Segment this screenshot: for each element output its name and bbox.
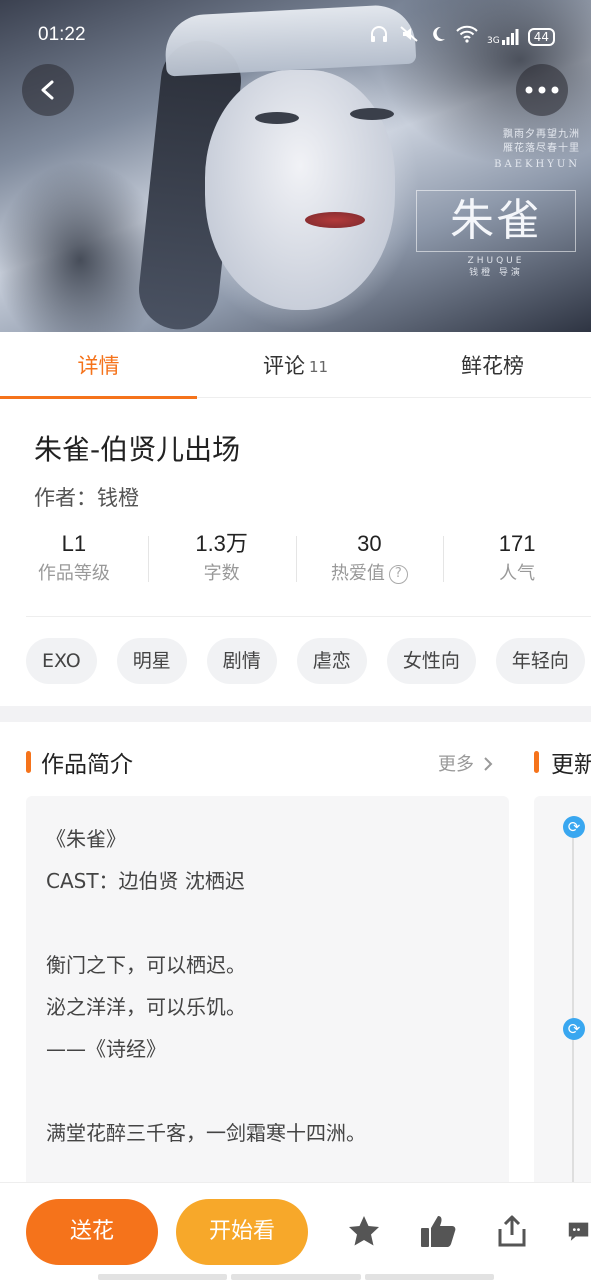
section-title: 更新 xyxy=(551,752,591,778)
chevron-right-icon xyxy=(484,757,493,771)
mute-icon xyxy=(398,24,420,49)
bottom-action-bar: 送花 开始看 xyxy=(0,1182,591,1280)
sync-icon: ⟳ xyxy=(563,816,585,838)
tab-label: 详情 xyxy=(77,354,120,378)
intro-line xyxy=(46,1070,489,1112)
intro-line: 泌之洋洋，可以乐饥。 xyxy=(46,995,246,1019)
intro-line xyxy=(46,902,489,944)
stat-label: 字数 xyxy=(203,563,240,584)
help-icon[interactable]: ? xyxy=(388,564,408,584)
update-timeline[interactable]: ⟳ ⟳ xyxy=(534,796,591,1182)
stat-label: 作品等级 xyxy=(37,563,110,584)
stats-row: L1 作品等级 1.3万 字数 30 热爱值? 171 人气 xyxy=(0,530,591,590)
intro-section-header: 作品简介 xyxy=(26,746,133,778)
tag-item[interactable]: 剧情 xyxy=(206,638,277,684)
moon-icon xyxy=(429,25,447,48)
tab-flower-ranking[interactable]: 鲜花榜 xyxy=(394,332,591,398)
intro-line: CAST：边伯贤 沈栖迟 xyxy=(46,869,245,893)
intro-panel: 作品简介 更多 更新 《朱雀》 CAST：边伯贤 沈栖迟 衡门之下，可以栖迟。 … xyxy=(0,722,591,1182)
update-section-header: 更新 xyxy=(534,746,591,778)
thumbs-up-icon[interactable] xyxy=(418,1211,458,1251)
intro-line: ——《诗经》 xyxy=(46,1037,166,1061)
stat-value: 1.3万 xyxy=(195,531,248,556)
intro-line: 《朱雀》 xyxy=(46,827,126,851)
status-icons: 3G 44 xyxy=(369,24,555,49)
tab-details[interactable]: 详情 xyxy=(0,332,197,399)
star-icon[interactable] xyxy=(344,1211,384,1251)
comment-icon[interactable] xyxy=(566,1211,591,1251)
intro-line: 衡门之下，可以栖迟。 xyxy=(46,953,246,977)
poster-verse: 飘雨夕再望九洲 雁花落尽春十里 BAEKHYUN xyxy=(494,129,580,170)
stat-value: L1 xyxy=(61,531,87,556)
wifi-icon xyxy=(456,25,478,48)
book-title: 朱雀-伯贤儿出场 xyxy=(34,433,241,466)
poster-title: 朱雀 xyxy=(416,190,576,252)
author[interactable]: 作者：钱橙 xyxy=(34,482,139,512)
stat-word-count: 1.3万 字数 xyxy=(147,530,296,590)
stat-value: 30 xyxy=(357,531,382,556)
tag-item[interactable]: 年轻向 xyxy=(495,638,585,684)
divider xyxy=(26,616,591,617)
tab-bar: 详情 评论 11 鲜花榜 xyxy=(0,332,591,399)
tag-item[interactable]: 女性向 xyxy=(386,638,476,684)
tag-item[interactable]: 虐恋 xyxy=(296,638,367,684)
stat-popularity: 171 人气 xyxy=(443,530,591,590)
tab-comments[interactable]: 评论 11 xyxy=(197,332,394,398)
detail-panel: 详情 评论 11 鲜花榜 朱雀-伯贤儿出场 作者：钱橙 L1 作品等级 1.3万… xyxy=(0,332,591,706)
home-indicator xyxy=(98,1274,494,1280)
sync-icon: ⟳ xyxy=(563,1018,585,1040)
comment-count: 11 xyxy=(308,358,329,376)
stat-label: 人气 xyxy=(499,563,536,584)
back-button[interactable] xyxy=(22,64,74,116)
chevron-left-icon xyxy=(41,80,54,100)
tag-list: EXO 明星 剧情 虐恋 女性向 年轻向 xyxy=(26,638,591,684)
intro-line: 满堂花醉三千客，一剑霜寒十四洲。 xyxy=(46,1121,366,1145)
send-flower-button[interactable]: 送花 xyxy=(26,1199,158,1265)
stat-level: L1 作品等级 xyxy=(0,530,148,590)
stat-label-wrap: 热爱值? xyxy=(296,560,444,588)
stat-label: 热爱值 xyxy=(330,563,385,584)
stat-love-value[interactable]: 30 热爱值? xyxy=(295,530,444,590)
more-options-button[interactable] xyxy=(516,64,568,116)
section-title: 作品简介 xyxy=(41,752,133,778)
status-time: 01:22 xyxy=(38,24,86,45)
signal-icon: 3G xyxy=(487,28,519,46)
start-reading-button[interactable]: 开始看 xyxy=(176,1199,308,1265)
poster-subtitle: ZHUQUE 钱橙 导演 xyxy=(467,256,525,278)
tag-item[interactable]: EXO xyxy=(26,638,97,684)
status-bar: 01:22 3G 44 xyxy=(0,0,591,70)
more-link[interactable]: 更多 xyxy=(438,750,494,776)
headphones-icon xyxy=(369,24,389,49)
more-label: 更多 xyxy=(438,754,474,775)
tab-label: 评论 xyxy=(262,354,305,378)
tab-label: 鲜花榜 xyxy=(461,354,524,378)
tag-item[interactable]: 明星 xyxy=(116,638,187,684)
battery-icon: 44 xyxy=(527,27,555,46)
intro-text[interactable]: 《朱雀》 CAST：边伯贤 沈栖迟 衡门之下，可以栖迟。 泌之洋洋，可以乐饥。 … xyxy=(26,796,509,1182)
share-icon[interactable] xyxy=(492,1211,532,1251)
more-dots-icon xyxy=(525,86,559,94)
stat-value: 171 xyxy=(498,531,536,556)
